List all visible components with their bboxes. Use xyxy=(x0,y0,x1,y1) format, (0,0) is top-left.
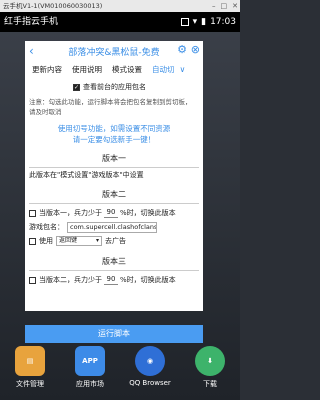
divider xyxy=(29,203,199,204)
home-dock: ▤ 文件管理 APP 应用市场 ◉ QQ Browser ⬇ 下载 xyxy=(0,344,240,400)
status-right: ▾ ▮ 17:03 xyxy=(180,12,236,32)
app-store-icon[interactable]: APP xyxy=(75,346,105,376)
download-icon[interactable]: ⬇ xyxy=(195,346,225,376)
back-icon[interactable]: ‹ xyxy=(29,44,34,58)
ad-option-row: 使用 返回键 ▾ 去广告 xyxy=(29,234,199,248)
close-icon[interactable]: ⊗ xyxy=(191,43,200,57)
show-package-option[interactable]: 查看前台的应用包名 xyxy=(29,81,199,93)
tab-update-content[interactable]: 更新内容 xyxy=(27,64,67,75)
status-bar: 红手指云手机 ▾ ▮ 17:03 xyxy=(0,12,240,32)
dock-label: QQ Browser xyxy=(129,379,171,387)
divider xyxy=(29,270,199,271)
version3-suffix: %时，切换此版本 xyxy=(120,276,176,284)
version2-switch-row[interactable]: 当版本一，兵力少于 90 %时，切换此版本 xyxy=(29,206,199,220)
gear-icon[interactable]: ⚙ xyxy=(177,43,187,57)
use-checkbox[interactable] xyxy=(29,237,36,245)
maximize-button[interactable]: □ xyxy=(221,1,228,11)
version3-switch-row[interactable]: 当版本二，兵力少于 90 %时，切换此版本 xyxy=(29,273,199,287)
version1-desc: 此版本在"模式设置"游戏版本"中设置 xyxy=(29,171,144,179)
dialog-header: ‹ 部落冲突&黑松鼠-免费 ⚙ ⊗ xyxy=(25,41,203,61)
script-dialog: ‹ 部落冲突&黑松鼠-免费 ⚙ ⊗ 更新内容 使用说明 模式设置 自动切 ∨ 查… xyxy=(25,41,203,311)
show-package-checkbox[interactable] xyxy=(73,83,80,91)
version2-checkbox[interactable] xyxy=(29,209,36,217)
version3-prefix: 当版本二，兵力少于 xyxy=(39,276,102,284)
switch-account-hint-2: 请一定要勾选新手一键！ xyxy=(72,135,156,144)
chevron-down-icon[interactable]: ∨ xyxy=(180,65,186,74)
tab-auto-switch[interactable]: 自动切 xyxy=(147,64,180,75)
status-app-name: 红手指云手机 xyxy=(4,17,59,27)
dropdown-arrow-icon: ▾ xyxy=(95,237,99,244)
dock-item-app-market[interactable]: APP 应用市场 xyxy=(65,346,115,389)
dialog-title: 部落冲突&黑松鼠-免费 xyxy=(68,47,160,58)
close-window-button[interactable]: ✕ xyxy=(232,1,238,11)
battery-icon: ▮ xyxy=(201,17,207,27)
dock-label: 下载 xyxy=(203,380,217,388)
key-select[interactable]: 返回键 ▾ xyxy=(56,236,102,246)
tab-bar: 更新内容 使用说明 模式设置 自动切 ∨ xyxy=(25,61,203,77)
version3-title: 版本三 xyxy=(102,257,126,266)
version3-threshold-input[interactable]: 90 xyxy=(104,275,118,285)
package-row: 游戏包名： com.supercell.clashofclans.qihoo xyxy=(29,220,199,234)
use-label: 使用 xyxy=(39,237,53,245)
version2-threshold-input[interactable]: 90 xyxy=(104,208,118,218)
version2-suffix: %时，切换此版本 xyxy=(120,209,176,217)
switch-account-hint-1: 使用切号功能，如需设置不同资源 xyxy=(57,124,171,133)
package-label: 游戏包名： xyxy=(29,223,64,231)
tab-mode-settings[interactable]: 模式设置 xyxy=(107,64,147,75)
dock-label: 应用市场 xyxy=(76,380,104,388)
tab-instructions[interactable]: 使用说明 xyxy=(67,64,107,75)
notice-text: 注意：勾选此功能，运行脚本将会把包名复制到剪切板，请及时取消 xyxy=(29,98,192,116)
dock-item-qq-browser[interactable]: ◉ QQ Browser xyxy=(125,346,175,387)
use-suffix: 去广告 xyxy=(105,237,126,245)
minimize-button[interactable]: – xyxy=(212,1,216,11)
run-script-button[interactable]: 运行脚本 xyxy=(25,325,203,343)
browser-icon[interactable]: ◉ xyxy=(135,346,165,376)
wifi-icon: ▾ xyxy=(192,17,198,27)
dock-item-download[interactable]: ⬇ 下载 xyxy=(185,346,235,389)
folder-icon[interactable]: ▤ xyxy=(15,346,45,376)
dock-label: 文件管理 xyxy=(16,380,44,388)
key-select-value: 返回键 xyxy=(59,237,78,244)
dock-item-file-manager[interactable]: ▤ 文件管理 xyxy=(5,346,55,389)
show-package-label: 查看前台的应用包名 xyxy=(83,83,146,91)
window-titlebar: 云手机V1-1(VM010060030013) – □ ✕ xyxy=(0,0,240,12)
package-name-input[interactable]: com.supercell.clashofclans.qihoo xyxy=(67,221,157,233)
dialog-body: 查看前台的应用包名 注意：勾选此功能，运行脚本将会把包名复制到剪切板，请及时取消… xyxy=(29,81,199,287)
status-time: 17:03 xyxy=(210,17,236,27)
window-title: 云手机V1-1(VM010060030013) xyxy=(3,2,103,10)
version2-prefix: 当版本一，兵力少于 xyxy=(39,209,102,217)
version2-title: 版本二 xyxy=(102,190,126,199)
window-controls: – □ ✕ xyxy=(212,1,238,11)
divider xyxy=(29,167,199,168)
version1-title: 版本一 xyxy=(102,154,126,163)
version3-checkbox[interactable] xyxy=(29,276,36,284)
notification-icon xyxy=(180,18,189,26)
